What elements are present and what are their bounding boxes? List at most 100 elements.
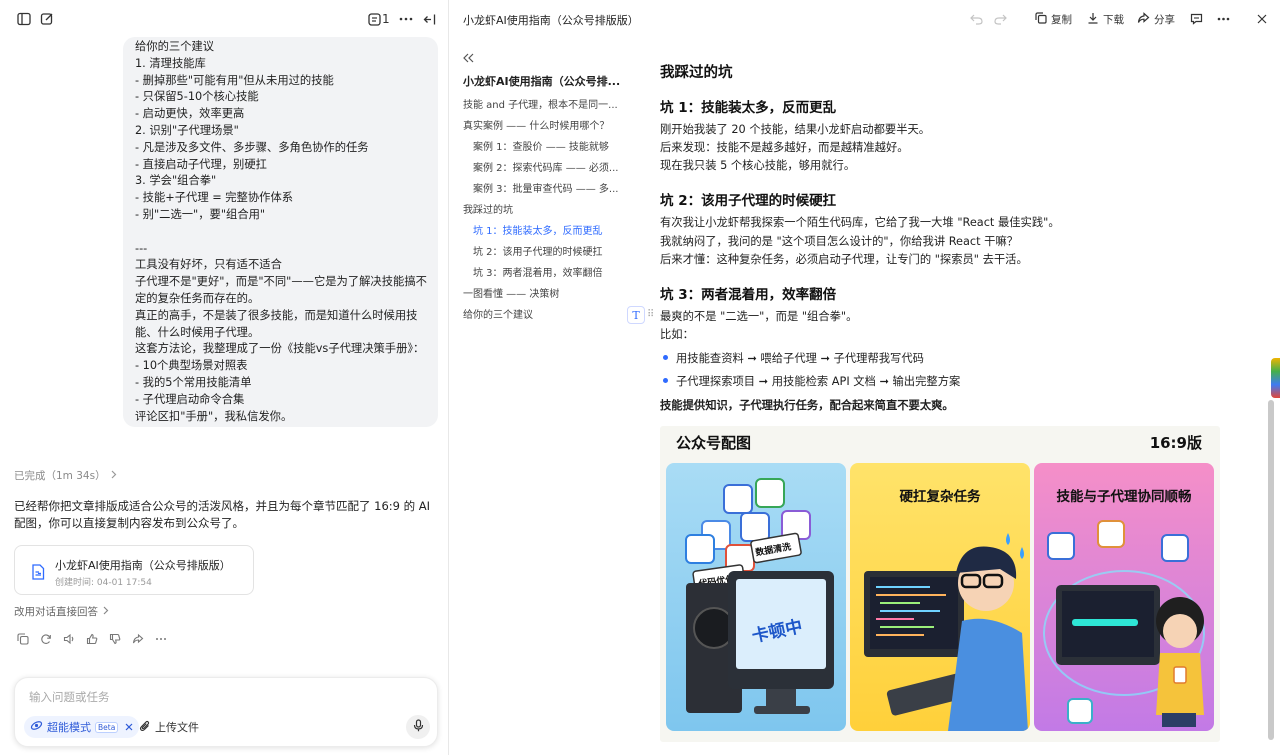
copy-icon[interactable] (16, 632, 30, 646)
message-line: - 我的5个常用技能清单 (135, 375, 252, 389)
sidebar-toggle-icon[interactable] (16, 11, 32, 27)
download-label: 下载 (1103, 14, 1124, 26)
message-line: 定的复杂任务而存在的。 (135, 291, 260, 305)
pit3-heading: 坑 3：两者混着用，效率翻倍 (660, 287, 837, 303)
speaker-icon[interactable] (62, 632, 76, 646)
collapse-panel-icon[interactable] (421, 11, 437, 27)
article-illustration[interactable]: 公众号配图 16:9版 代码优化 数据清洗 卡顿中 硬扛复杂任务 技能与子代理协… (660, 426, 1220, 742)
more-icon[interactable] (1216, 12, 1230, 26)
message-line: 3. 学会"组合拳" (135, 174, 217, 188)
message-line: - 凡是涉及多文件、多步骤、多角色协作的任务 (135, 140, 369, 154)
message-line: 工具没有好坏，只有适不适合 (135, 258, 282, 272)
toc-item[interactable]: 案例 1：查股价 —— 技能就够 (473, 138, 609, 153)
more-icon[interactable] (154, 632, 168, 646)
upload-file-button[interactable]: 上传文件 (139, 719, 199, 735)
message-line (135, 224, 426, 241)
document-name: 小龙虾AI使用指南（公众号排版版） (463, 14, 639, 27)
message-line: - 10个典型场景对照表 (135, 359, 248, 373)
undo-icon[interactable] (969, 12, 983, 26)
message-line: 子代理不是"更好"，而是"不同"——它是为了解决技能搞不 (135, 275, 427, 289)
bullet-item: 子代理探索项目 ➞ 用技能检索 API 文档 ➞ 输出完整方案 (660, 373, 960, 389)
super-mode-label: 超能模式 (47, 721, 91, 734)
message-actions (16, 632, 168, 646)
drag-handle-icon[interactable]: ⠿ (647, 309, 654, 320)
alt-answer-label: 改用对话直接回答 (14, 606, 98, 618)
share-icon (1137, 12, 1150, 27)
chat-panel: 1 给你的三个建议 1. 清理技能库 - 删掉那些"可能有用"但从未用过的技能 - 只… (0, 0, 448, 755)
chevron-right-icon (110, 470, 117, 482)
illustration-panel-struggling: 硬扛复杂任务 (850, 463, 1030, 731)
message-line: 1. 清理技能库 (135, 56, 206, 70)
microphone-button[interactable] (406, 715, 430, 739)
new-chat-icon[interactable] (39, 11, 55, 27)
text-format-handle[interactable]: T (627, 306, 645, 324)
upload-file-label: 上传文件 (155, 721, 199, 734)
document-topbar: 小龙虾AI使用指南（公众号排版版） 复制 下载 分享 (449, 0, 1280, 38)
scrollbar-thumb[interactable] (1268, 400, 1274, 740)
chat-input-box[interactable]: 输入问题或任务 超能模式 Beta 上传文件 (14, 677, 438, 747)
more-icon[interactable] (398, 11, 414, 27)
paragraph-line: 最爽的不是 "二选一"，而是 "组合拳"。 (660, 310, 858, 323)
document-card[interactable]: 小龙虾AI使用指南（公众号排版版） 创建时间: 04-01 17:54 (14, 545, 254, 595)
paragraph-line: 我就纳闷了，我问的是 "这个项目怎么设计的"，你给我讲 React 干嘛？ (660, 235, 1019, 248)
message-line: 能、什么时候用子代理。 (135, 325, 260, 339)
toc-item[interactable]: 技能 and 子代理，根本不是同一... (463, 96, 618, 111)
super-mode-chip[interactable]: 超能模式 Beta (24, 716, 140, 738)
panel-divider (448, 0, 449, 755)
message-line: - 技能+子代理 = 完整协作体系 (135, 191, 294, 205)
pit2-heading: 坑 2：该用子代理的时候硬扛 (660, 193, 837, 209)
close-icon[interactable] (125, 721, 133, 734)
message-line: - 只保留5-10个核心技能 (135, 90, 259, 104)
toc-item[interactable]: 坑 2：该用子代理的时候硬扛 (473, 243, 603, 258)
share-label: 分享 (1154, 14, 1175, 26)
message-line: 这套方法论，我整理成了一份《技能vs子代理决策手册》： (135, 342, 425, 356)
regenerate-icon[interactable] (39, 632, 53, 646)
illustration-panel-collaboration: 技能与子代理协同顺畅 (1034, 463, 1214, 731)
share-icon[interactable] (131, 632, 145, 646)
toc-item[interactable]: 案例 3：批量审查代码 —— 多... (473, 180, 618, 195)
document-card-created: 创建时间: 04-01 17:54 (55, 578, 152, 588)
document-count-icon[interactable] (366, 11, 382, 27)
toc-item[interactable]: 给你的三个建议 (463, 306, 533, 321)
message-line: 评论区扣"手册"，我私信发你。 (135, 409, 293, 423)
paragraph-line: 有次我让小龙虾帮我探索一个陌生代码库，它给了我一大堆 "React 最佳实践"。 (660, 216, 1060, 229)
completion-status[interactable]: 已完成（1m 34s） (14, 468, 117, 483)
double-chevron-left-icon[interactable] (463, 52, 474, 67)
toc-item[interactable]: 案例 2：探索代码库 —— 必须... (473, 159, 618, 174)
super-mode-icon (30, 719, 43, 735)
toc-item[interactable]: 真实案例 —— 什么时候用哪个？ (463, 117, 609, 132)
toc-title[interactable]: 小龙虾AI使用指南（公众号排... (463, 73, 620, 89)
toc-item-active[interactable]: 坑 1：技能装太多，反而更乱 (473, 222, 603, 237)
illustration-ratio: 16:9版 (1149, 434, 1202, 452)
close-icon[interactable] (1255, 12, 1269, 26)
message-text: 给你的三个建议 1. 清理技能库 - 删掉那些"可能有用"但从未用过的技能 - 只保留… (135, 39, 427, 425)
chat-input-placeholder[interactable]: 输入问题或任务 (29, 689, 110, 705)
toc-item[interactable]: 我踩过的坑 (463, 201, 513, 216)
document-count: 1 (382, 12, 390, 26)
thumbs-up-icon[interactable] (85, 632, 99, 646)
message-line: --- (135, 241, 148, 255)
completion-label: 已完成（1m 34s） (14, 470, 106, 482)
message-line: - 启动更快，效率更高 (135, 107, 245, 121)
toc-item[interactable]: 坑 3：两者混着用，效率翻倍 (473, 264, 603, 279)
illustration-panel-overloaded: 代码优化 数据清洗 卡顿中 (666, 463, 846, 731)
copy-icon (1035, 12, 1047, 27)
side-widget-strip[interactable] (1271, 358, 1280, 398)
comment-icon[interactable] (1189, 12, 1203, 26)
download-button[interactable]: 下载 (1087, 12, 1124, 27)
alt-answer-link[interactable]: 改用对话直接回答 (14, 604, 109, 619)
thumbs-down-icon[interactable] (108, 632, 122, 646)
message-line: 2. 识别"子代理场景" (135, 123, 239, 137)
paragraph-line: 比如： (660, 328, 694, 341)
share-button[interactable]: 分享 (1137, 12, 1175, 27)
paragraph-line: 后来发现：技能不是越多越好，而是越精准越好。 (660, 141, 909, 154)
message-line: - 直接启动子代理，别硬扛 (135, 157, 267, 171)
copy-button[interactable]: 复制 (1035, 12, 1072, 27)
illustration-title: 公众号配图 (676, 434, 752, 452)
copy-label: 复制 (1051, 14, 1072, 26)
paragraph-line: 刚开始我装了 20 个技能，结果小龙虾启动都要半天。 (660, 123, 931, 136)
toc-item[interactable]: 一图看懂 —— 决策树 (463, 285, 559, 300)
redo-icon[interactable] (993, 12, 1007, 26)
bullet-dot (663, 355, 668, 360)
message-line: - 删掉那些"可能有用"但从未用过的技能 (135, 73, 334, 87)
